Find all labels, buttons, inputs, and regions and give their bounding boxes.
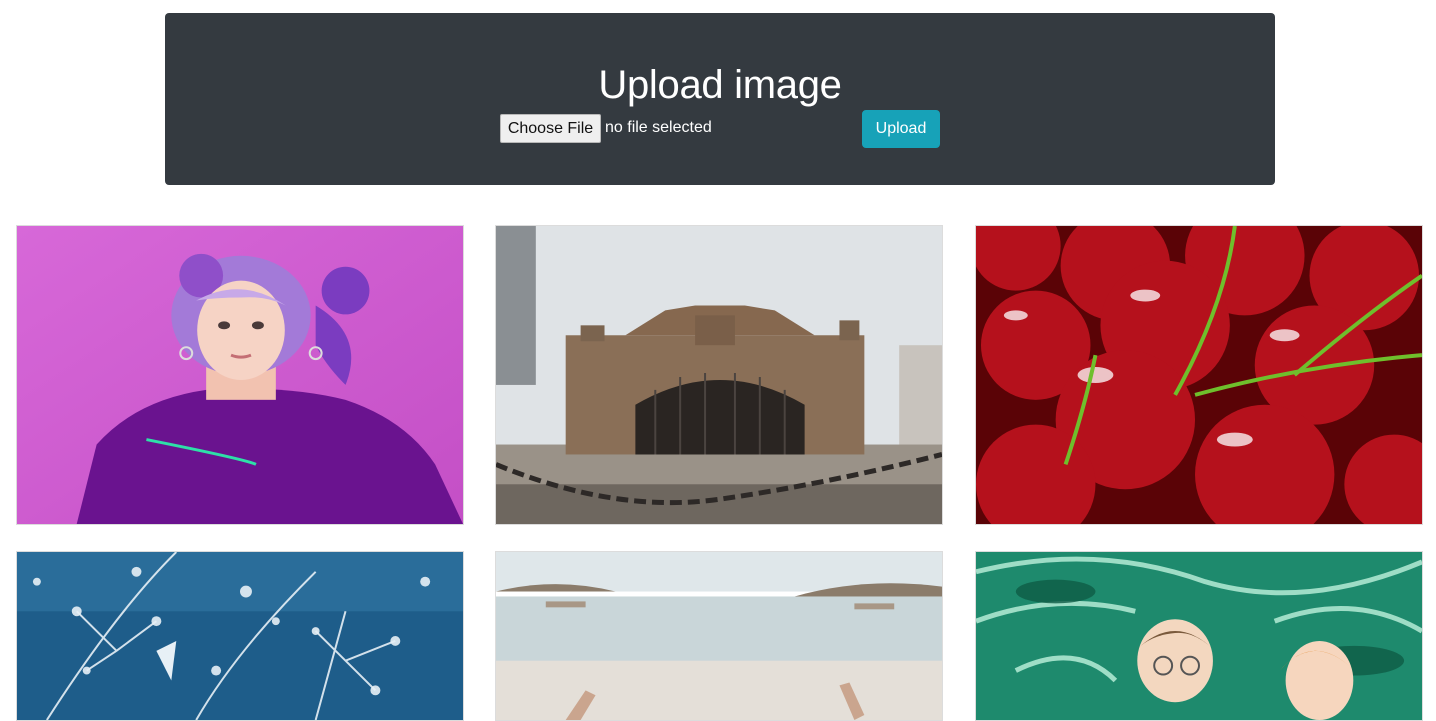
gallery-image-cherries[interactable] bbox=[975, 225, 1423, 525]
page-title: Upload image bbox=[598, 63, 842, 107]
choose-file-button[interactable]: Choose File bbox=[500, 114, 601, 143]
gallery-image-cyanotype[interactable] bbox=[16, 551, 464, 721]
anime-photo bbox=[976, 552, 1422, 720]
upload-header: Upload image Choose File no file selecte… bbox=[165, 13, 1275, 185]
cyanotype-photo bbox=[17, 552, 463, 720]
gallery-image-girl[interactable] bbox=[16, 225, 464, 525]
file-status-text: no file selected bbox=[605, 119, 712, 136]
gallery-image-gate[interactable] bbox=[495, 225, 943, 525]
cherries-photo bbox=[976, 226, 1422, 524]
gallery-image-anime[interactable] bbox=[975, 551, 1423, 721]
girl-photo bbox=[17, 226, 463, 524]
beach-photo bbox=[496, 552, 942, 720]
upload-button[interactable]: Upload bbox=[862, 110, 940, 148]
gate-photo bbox=[496, 226, 942, 524]
gallery-image-beach[interactable] bbox=[495, 551, 943, 721]
